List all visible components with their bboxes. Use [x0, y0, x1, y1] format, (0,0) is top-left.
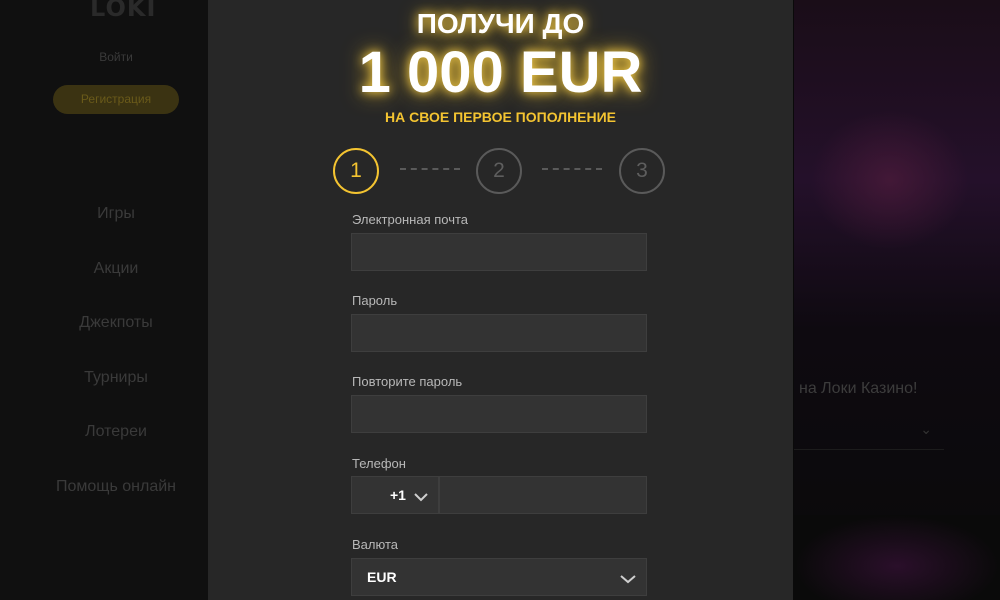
- email-field[interactable]: [351, 233, 647, 271]
- background-game-thumbnail: [794, 515, 1000, 600]
- background-sidebar: LOKI Войти Регистрация Игры Акции Джекпо…: [0, 0, 208, 600]
- background-register-button: Регистрация: [53, 85, 179, 114]
- step-separator: [542, 168, 602, 170]
- phone-label: Телефон: [352, 456, 406, 471]
- chevron-down-icon: ⌄: [920, 421, 932, 437]
- password-field[interactable]: [351, 314, 647, 352]
- step-1-indicator: 1: [333, 148, 379, 194]
- background-nav-item: Помощь онлайн: [56, 477, 176, 495]
- chevron-down-icon: [414, 489, 428, 505]
- promo-amount: 1 000 EUR: [358, 40, 643, 105]
- background-select: ⌄: [794, 413, 944, 450]
- background-welcome-text: на Локи Казино!: [799, 380, 918, 397]
- step-2-indicator: 2: [476, 148, 522, 194]
- background-banner-image: [810, 110, 970, 250]
- repeat-password-label: Повторите пароль: [352, 374, 463, 389]
- email-label: Электронная почта: [352, 212, 469, 227]
- background-login-link: Войти: [99, 50, 133, 64]
- promo-subheading: НА СВОЕ ПЕРВОЕ ПОПОЛНЕНИЕ: [384, 109, 617, 125]
- background-nav-item: Турниры: [84, 368, 148, 386]
- background-logo: LOKI: [90, 0, 157, 22]
- currency-value: EUR: [367, 569, 397, 585]
- background-nav-item: Джекпоты: [79, 314, 153, 331]
- background-nav: Игры Акции Джекпоты Турниры Лотереи Помо…: [0, 202, 232, 529]
- phone-number-field[interactable]: [439, 476, 647, 514]
- currency-select[interactable]: EUR: [351, 558, 647, 596]
- phone-country-code-select[interactable]: +1: [351, 476, 439, 514]
- promo-heading: ПОЛУЧИ ДО: [416, 8, 585, 39]
- background-nav-item: Акции: [93, 259, 139, 277]
- currency-label: Валюта: [352, 537, 398, 552]
- step-3-indicator: 3: [619, 148, 665, 194]
- step-separator: [400, 168, 460, 170]
- background-nav-item: Игры: [97, 205, 135, 222]
- chevron-down-icon: [620, 571, 636, 587]
- background-content: [794, 0, 1000, 600]
- password-label: Пароль: [352, 293, 398, 308]
- phone-code-value: +1: [390, 487, 406, 503]
- background-nav-item: Лотереи: [85, 423, 147, 440]
- repeat-password-field[interactable]: [351, 395, 647, 433]
- registration-modal: ПОЛУЧИ ДО 1 000 EUR НА СВОЕ ПЕРВОЕ ПОПОЛ…: [208, 0, 793, 600]
